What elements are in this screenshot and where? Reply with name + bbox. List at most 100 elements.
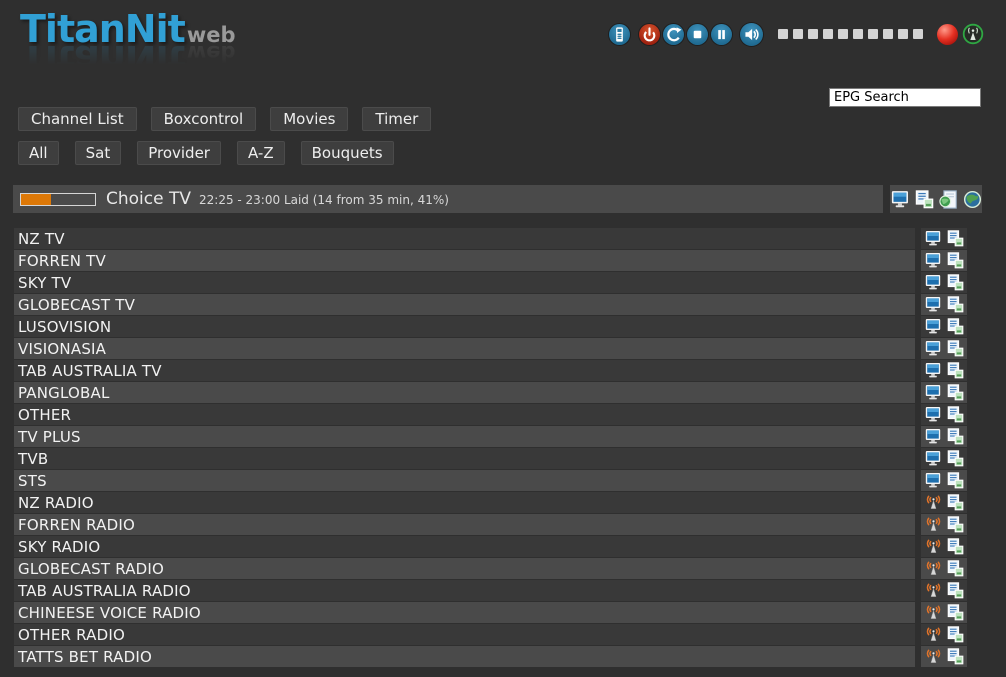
remote-icon[interactable] — [609, 24, 630, 45]
channel-name[interactable]: NZ RADIO — [14, 492, 915, 513]
channel-name[interactable]: SKY RADIO — [14, 536, 915, 557]
channel-name[interactable]: TAB AUSTRALIA RADIO — [14, 580, 915, 601]
stop-icon[interactable] — [687, 24, 708, 45]
channel-name[interactable]: GLOBECAST TV — [14, 294, 915, 315]
channel-row[interactable]: OTHER RADIO — [14, 624, 967, 645]
channel-row[interactable]: FORREN RADIO — [14, 514, 967, 535]
nav-boxcontrol-button[interactable]: Boxcontrol — [151, 107, 257, 131]
screen-icon[interactable] — [925, 230, 942, 247]
epg-pages-icon[interactable] — [947, 318, 964, 335]
screen-icon[interactable] — [925, 318, 942, 335]
channel-name[interactable]: TVB — [14, 448, 915, 469]
channel-row[interactable]: STS — [14, 470, 967, 491]
epg-pages-icon[interactable] — [947, 604, 964, 621]
channel-name[interactable]: STS — [14, 470, 915, 491]
epg-pages-icon[interactable] — [947, 340, 964, 357]
channel-row[interactable]: SKY TV — [14, 272, 967, 293]
channel-row[interactable]: NZ TV — [14, 228, 967, 249]
filter-all-button[interactable]: All — [18, 141, 59, 165]
speaker-icon[interactable] — [740, 23, 763, 46]
screen-icon[interactable] — [925, 406, 942, 423]
channel-name[interactable]: FORREN TV — [14, 250, 915, 271]
epg-pages-icon[interactable] — [947, 362, 964, 379]
screen-icon[interactable] — [925, 340, 942, 357]
filter-sat-button[interactable]: Sat — [75, 141, 122, 165]
radio-icon[interactable] — [925, 538, 942, 555]
channel-name[interactable]: VISIONASIA — [14, 338, 915, 359]
channel-name[interactable]: TV PLUS — [14, 426, 915, 447]
epg-pages-icon[interactable] — [947, 648, 964, 665]
channel-row[interactable]: NZ RADIO — [14, 492, 967, 513]
epg-pages-icon[interactable] — [947, 494, 964, 511]
epg-pages-icon[interactable] — [947, 230, 964, 247]
epg-pages-icon[interactable] — [947, 384, 964, 401]
screen-icon[interactable] — [925, 384, 942, 401]
channel-name[interactable]: TATTS BET RADIO — [14, 646, 915, 667]
epg-pages-icon[interactable] — [947, 406, 964, 423]
channel-row[interactable]: FORREN TV — [14, 250, 967, 271]
channel-row[interactable]: CHINEESE VOICE RADIO — [14, 602, 967, 623]
channel-name[interactable]: LUSOVISION — [14, 316, 915, 337]
screen-icon[interactable] — [925, 296, 942, 313]
radio-icon[interactable] — [925, 494, 942, 511]
epg-pages-icon[interactable] — [947, 472, 964, 489]
epg-pages-icon[interactable] — [947, 516, 964, 533]
epg-pages-icon[interactable] — [947, 560, 964, 577]
channel-row[interactable]: LUSOVISION — [14, 316, 967, 337]
power-icon[interactable] — [639, 24, 660, 45]
channel-row[interactable]: GLOBECAST TV — [14, 294, 967, 315]
epg-pages-icon[interactable] — [947, 428, 964, 445]
epg-pages-icon[interactable] — [947, 274, 964, 291]
channel-row[interactable]: TAB AUSTRALIA TV — [14, 360, 967, 381]
channel-row[interactable]: TVB — [14, 448, 967, 469]
globe-icon[interactable] — [963, 190, 982, 209]
epg-pages-icon[interactable] — [947, 252, 964, 269]
screen-icon[interactable] — [925, 428, 942, 445]
nav-timer-button[interactable]: Timer — [362, 107, 431, 131]
screen-icon[interactable] — [891, 190, 910, 209]
epg-pages-icon[interactable] — [915, 190, 934, 209]
pause-icon[interactable] — [711, 24, 732, 45]
radio-icon[interactable] — [925, 626, 942, 643]
filter-az-button[interactable]: A-Z — [237, 141, 285, 165]
screen-icon[interactable] — [925, 362, 942, 379]
epg-search-input[interactable] — [829, 88, 981, 107]
screen-icon[interactable] — [925, 252, 942, 269]
screen-icon[interactable] — [925, 450, 942, 467]
nav-movies-button[interactable]: Movies — [270, 107, 348, 131]
channel-row[interactable]: TATTS BET RADIO — [14, 646, 967, 667]
channel-row[interactable]: OTHER — [14, 404, 967, 425]
epg-pages-icon[interactable] — [947, 626, 964, 643]
channel-name[interactable]: TAB AUSTRALIA TV — [14, 360, 915, 381]
radio-icon[interactable] — [925, 604, 942, 621]
radio-icon[interactable] — [925, 516, 942, 533]
channel-row[interactable]: SKY RADIO — [14, 536, 967, 557]
channel-row[interactable]: VISIONASIA — [14, 338, 967, 359]
filter-provider-button[interactable]: Provider — [137, 141, 221, 165]
channel-row[interactable]: TAB AUSTRALIA RADIO — [14, 580, 967, 601]
epg-pages-icon[interactable] — [947, 296, 964, 313]
channel-name[interactable]: GLOBECAST RADIO — [14, 558, 915, 579]
channel-name[interactable]: PANGLOBAL — [14, 382, 915, 403]
channel-name[interactable]: OTHER RADIO — [14, 624, 915, 645]
channel-name[interactable]: OTHER — [14, 404, 915, 425]
radio-icon[interactable] — [925, 582, 942, 599]
channel-row[interactable]: GLOBECAST RADIO — [14, 558, 967, 579]
screen-icon[interactable] — [925, 274, 942, 291]
channel-name[interactable]: CHINEESE VOICE RADIO — [14, 602, 915, 623]
web-epg-icon[interactable] — [939, 190, 958, 209]
radio-icon[interactable] — [925, 560, 942, 577]
channel-name[interactable]: NZ TV — [14, 228, 915, 249]
channel-name[interactable]: FORREN RADIO — [14, 514, 915, 535]
channel-name[interactable]: SKY TV — [14, 272, 915, 293]
radio-icon[interactable] — [925, 648, 942, 665]
filter-bouquets-button[interactable]: Bouquets — [301, 141, 394, 165]
channel-row[interactable]: PANGLOBAL — [14, 382, 967, 403]
screen-icon[interactable] — [925, 472, 942, 489]
epg-pages-icon[interactable] — [947, 582, 964, 599]
channel-row[interactable]: TV PLUS — [14, 426, 967, 447]
epg-pages-icon[interactable] — [947, 538, 964, 555]
nav-channel-list-button[interactable]: Channel List — [18, 107, 137, 131]
epg-pages-icon[interactable] — [947, 450, 964, 467]
reload-icon[interactable] — [663, 24, 684, 45]
